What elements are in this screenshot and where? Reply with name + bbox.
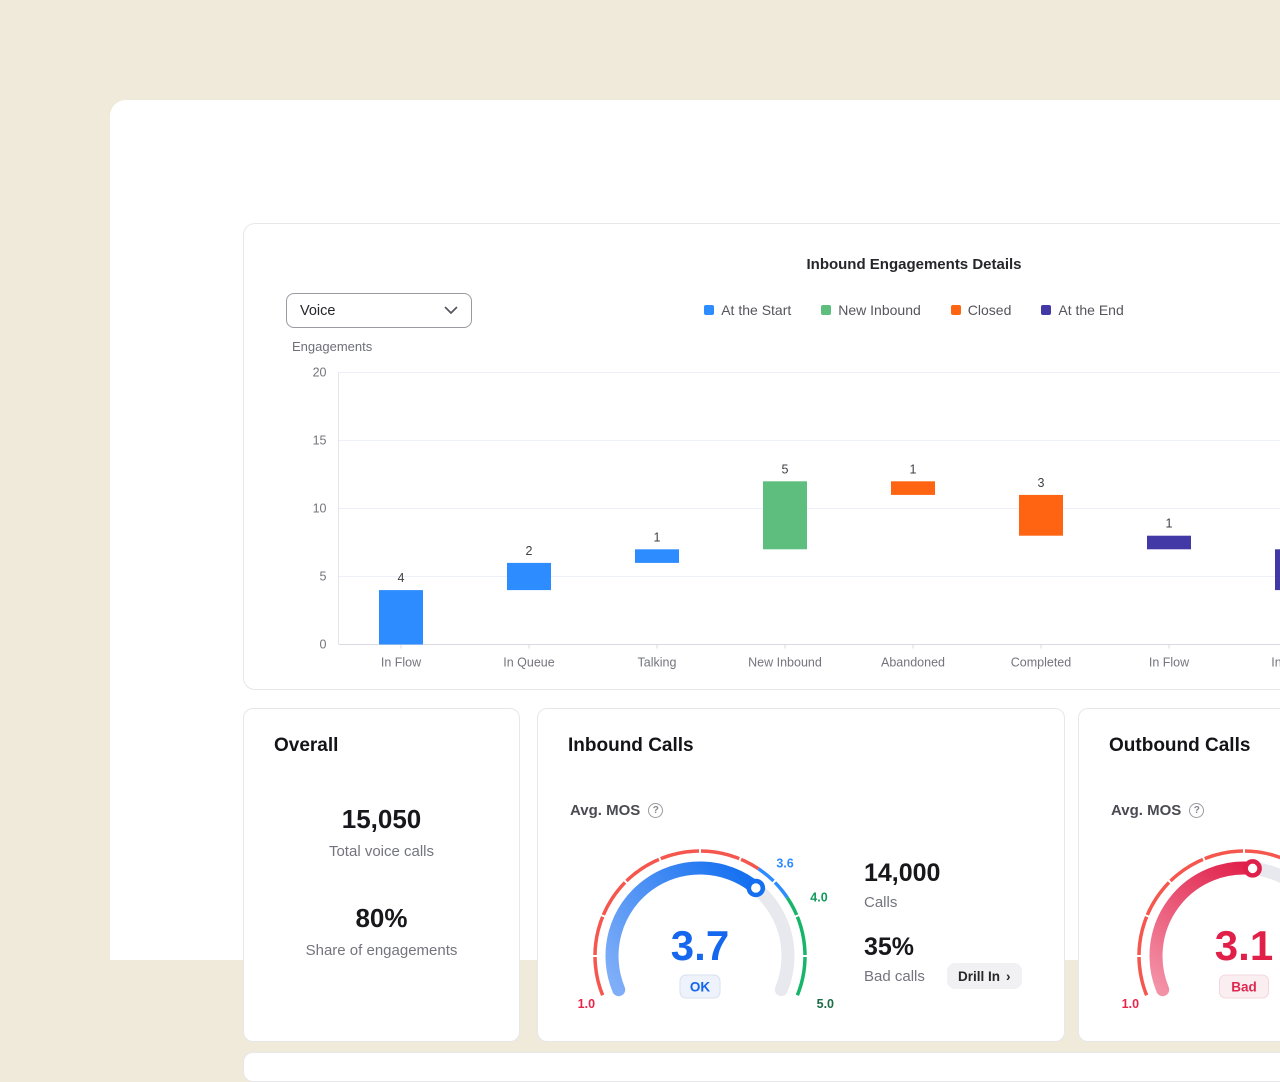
bad-calls-stat: 35% Bad calls Drill In › — [864, 933, 940, 985]
avg-mos-label: Avg. MOS — [570, 802, 640, 819]
bar-value-label: 1 — [654, 530, 661, 544]
total-voice-calls-label: Total voice calls — [244, 843, 519, 860]
total-voice-calls-value: 15,050 — [244, 804, 519, 835]
y-tick-label: 20 — [313, 366, 327, 380]
bad-calls-value: 35% — [864, 933, 940, 962]
overall-card: Overall 15,050 Total voice calls 80% Sha… — [243, 708, 520, 1042]
bar-value-label: 3 — [1038, 476, 1045, 490]
avg-mos-row: Avg. MOS ? — [570, 802, 663, 819]
inbound-engagements-card: Inbound Engagements Details At the Start… — [243, 223, 1280, 690]
total-voice-calls-stat: 15,050 Total voice calls — [244, 804, 519, 860]
share-of-engagements-value: 80% — [244, 903, 519, 934]
x-category-label: Abandoned — [881, 656, 945, 670]
drill-in-button[interactable]: Drill In › — [947, 963, 1022, 989]
calls-label: Calls — [864, 894, 940, 911]
bar-value-label: 2 — [526, 544, 533, 558]
drill-in-label: Drill In — [958, 969, 1000, 984]
gauge-scale-label: 5.0 — [817, 997, 834, 1011]
avg-mos-row: Avg. MOS ? — [1111, 802, 1204, 819]
inbound-calls-card: Inbound Calls Avg. MOS ? 1.0 3.6 4.0 5.0 3.7… — [537, 708, 1065, 1042]
bar-value-label: 5 — [782, 462, 789, 476]
y-tick-label: 15 — [313, 434, 327, 448]
bad-calls-label: Bad calls — [864, 968, 940, 985]
gauge-marker[interactable] — [749, 881, 763, 895]
share-of-engagements-stat: 80% Share of engagements — [244, 903, 519, 959]
x-category-label: In Flow — [381, 656, 422, 670]
bar-new-inbound[interactable] — [763, 481, 807, 549]
x-category-label: Talking — [638, 656, 677, 670]
gauge-scale-label: 1.0 — [1122, 997, 1139, 1011]
bar-completed[interactable] — [1019, 495, 1063, 536]
bar-in-queue[interactable] — [507, 563, 551, 590]
outbound-card-title: Outbound Calls — [1109, 735, 1250, 757]
overall-card-title: Overall — [274, 735, 338, 757]
inbound-card-title: Inbound Calls — [568, 735, 694, 757]
bar-value-label: 1 — [910, 462, 917, 476]
gauge-scale-label: 3.6 — [776, 857, 793, 871]
bar-talking[interactable] — [635, 549, 679, 563]
y-tick-label: 0 — [320, 638, 327, 652]
x-category-label: New Inbound — [748, 656, 822, 670]
bar-in-flow[interactable] — [1147, 536, 1191, 550]
help-icon[interactable]: ? — [1189, 803, 1204, 818]
gauge-marker[interactable] — [1246, 861, 1260, 875]
dashboard-panel: Inbound Engagements Details At the Start… — [110, 100, 1280, 960]
bar-in-queue[interactable] — [1275, 549, 1280, 590]
engagements-bar-chart: 0 5 10 15 20 4 In Flow 2 In Queue 1 Talking 5 New In… — [244, 224, 1280, 690]
inbound-stats-column: 14,000 Calls 35% Bad calls Drill In › — [864, 859, 940, 985]
gauge-value: 3.7 — [671, 922, 729, 969]
inbound-mos-gauge: 1.03.64.05.03.7OK — [570, 841, 830, 1011]
outbound-mos-gauge: 1.03.64.05.03.1Bad — [1114, 841, 1280, 1011]
calls-stat: 14,000 Calls — [864, 859, 940, 911]
gauge-scale-label: 1.0 — [578, 997, 595, 1011]
x-category-label: Completed — [1011, 656, 1071, 670]
calls-value: 14,000 — [864, 859, 940, 888]
y-tick-label: 5 — [320, 570, 327, 584]
x-category-label: In Queue — [1271, 656, 1280, 670]
bar-abandoned[interactable] — [891, 481, 935, 495]
y-tick-label: 10 — [313, 502, 327, 516]
avg-mos-label: Avg. MOS — [1111, 802, 1181, 819]
bar-value-label: 4 — [398, 571, 405, 585]
outbound-calls-card: Outbound Calls Avg. MOS ? 1.03.64.05.03.… — [1078, 708, 1280, 1042]
x-category-label: In Flow — [1149, 656, 1190, 670]
x-category-label: In Queue — [503, 656, 554, 670]
gauge-status-text: OK — [690, 980, 711, 995]
bar-in-flow[interactable] — [379, 590, 423, 644]
share-of-engagements-label: Share of engagements — [244, 942, 519, 959]
help-icon[interactable]: ? — [648, 803, 663, 818]
gauge-value: 3.1 — [1215, 922, 1273, 969]
next-row-card — [243, 1052, 1280, 1082]
gauge-status-text: Bad — [1231, 980, 1257, 995]
bar-value-label: 1 — [1166, 517, 1173, 531]
chevron-right-icon: › — [1006, 969, 1011, 984]
gauge-scale-label: 4.0 — [810, 891, 827, 905]
